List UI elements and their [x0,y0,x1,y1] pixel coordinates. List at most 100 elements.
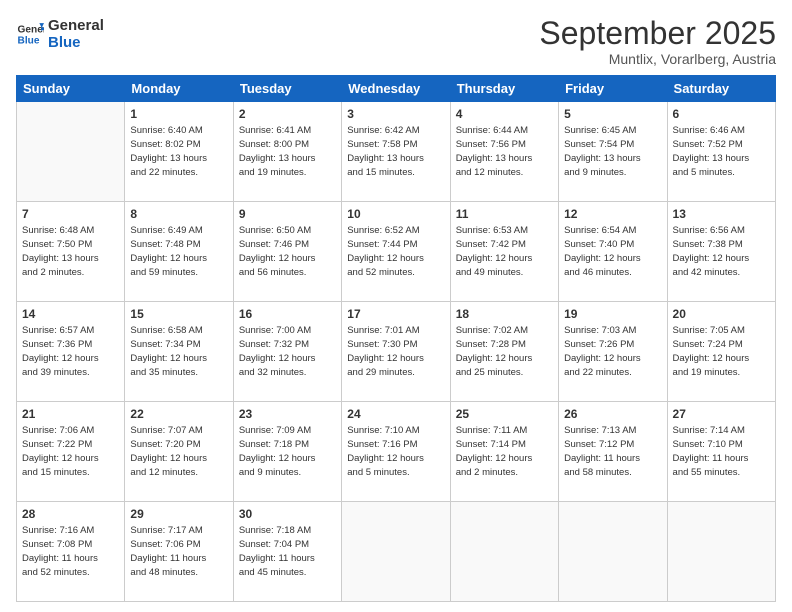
day-number: 30 [239,506,336,522]
day-number: 3 [347,106,444,122]
day-number: 21 [22,406,119,422]
cell-info: Sunrise: 7:07 AMSunset: 7:20 PMDaylight:… [130,425,207,477]
calendar-header-row: Sunday Monday Tuesday Wednesday Thursday… [17,76,776,102]
table-row: 19 Sunrise: 7:03 AMSunset: 7:26 PMDayligh… [559,302,667,402]
table-row [17,102,125,202]
cell-info: Sunrise: 7:06 AMSunset: 7:22 PMDaylight:… [22,425,99,477]
cell-info: Sunrise: 6:52 AMSunset: 7:44 PMDaylight:… [347,225,424,277]
logo-general-text: General [48,18,104,35]
day-number: 20 [673,306,770,322]
cell-info: Sunrise: 7:10 AMSunset: 7:16 PMDaylight:… [347,425,424,477]
day-number: 9 [239,206,336,222]
page-header: General Blue General Blue September 2025… [16,16,776,67]
col-sunday: Sunday [17,76,125,102]
day-number: 29 [130,506,227,522]
table-row: 9 Sunrise: 6:50 AMSunset: 7:46 PMDaylight… [233,202,341,302]
cell-info: Sunrise: 7:09 AMSunset: 7:18 PMDaylight:… [239,425,316,477]
calendar-week-row: 21 Sunrise: 7:06 AMSunset: 7:22 PMDayligh… [17,402,776,502]
cell-info: Sunrise: 7:00 AMSunset: 7:32 PMDaylight:… [239,325,316,377]
day-number: 7 [22,206,119,222]
day-number: 19 [564,306,661,322]
cell-info: Sunrise: 6:56 AMSunset: 7:38 PMDaylight:… [673,225,750,277]
table-row: 3Sunrise: 6:42 AMSunset: 7:58 PMDaylight… [342,102,450,202]
table-row: 28 Sunrise: 7:16 AMSunset: 7:08 PMDayligh… [17,502,125,602]
calendar-week-row: 28 Sunrise: 7:16 AMSunset: 7:08 PMDayligh… [17,502,776,602]
day-number: 25 [456,406,553,422]
cell-info: Sunrise: 6:44 AMSunset: 7:56 PMDaylight:… [456,125,533,177]
logo-icon: General Blue [16,20,44,48]
day-number: 27 [673,406,770,422]
table-row: 4 Sunrise: 6:44 AMSunset: 7:56 PMDaylight… [450,102,558,202]
col-monday: Monday [125,76,233,102]
title-block: September 2025 Muntlix, Vorarlberg, Aust… [539,16,776,67]
table-row: 8Sunrise: 6:49 AMSunset: 7:48 PMDaylight… [125,202,233,302]
month-title: September 2025 [539,16,776,51]
table-row [342,502,450,602]
logo-blue-text: Blue [48,35,104,52]
cell-info: Sunrise: 7:17 AMSunset: 7:06 PMDaylight:… [130,525,206,577]
cell-info: Sunrise: 6:40 AMSunset: 8:02 PMDaylight:… [130,125,207,177]
table-row: 21 Sunrise: 7:06 AMSunset: 7:22 PMDayligh… [17,402,125,502]
day-number: 1 [130,106,227,122]
day-number: 15 [130,306,227,322]
table-row: 7 Sunrise: 6:48 AMSunset: 7:50 PMDaylight… [17,202,125,302]
table-row: 12Sunrise: 6:54 AMSunset: 7:40 PMDayligh… [559,202,667,302]
cell-info: Sunrise: 6:58 AMSunset: 7:34 PMDaylight:… [130,325,207,377]
table-row: 10 Sunrise: 6:52 AMSunset: 7:44 PMDayligh… [342,202,450,302]
day-number: 24 [347,406,444,422]
day-number: 6 [673,106,770,122]
cell-info: Sunrise: 6:54 AMSunset: 7:40 PMDaylight:… [564,225,641,277]
calendar-week-row: 1 Sunrise: 6:40 AMSunset: 8:02 PMDaylight… [17,102,776,202]
table-row: 30 Sunrise: 7:18 AMSunset: 7:04 PMDayligh… [233,502,341,602]
col-saturday: Saturday [667,76,775,102]
day-number: 28 [22,506,119,522]
table-row: 17Sunrise: 7:01 AMSunset: 7:30 PMDayligh… [342,302,450,402]
cell-info: Sunrise: 6:50 AMSunset: 7:46 PMDaylight:… [239,225,316,277]
cell-info: Sunrise: 7:13 AMSunset: 7:12 PMDaylight:… [564,425,640,477]
table-row: 11Sunrise: 6:53 AMSunset: 7:42 PMDayligh… [450,202,558,302]
day-number: 5 [564,106,661,122]
day-number: 4 [456,106,553,122]
day-number: 8 [130,206,227,222]
table-row: 15 Sunrise: 6:58 AMSunset: 7:34 PMDayligh… [125,302,233,402]
col-wednesday: Wednesday [342,76,450,102]
table-row [667,502,775,602]
table-row [559,502,667,602]
day-number: 14 [22,306,119,322]
table-row: 25Sunrise: 7:11 AMSunset: 7:14 PMDayligh… [450,402,558,502]
day-number: 10 [347,206,444,222]
table-row: 29 Sunrise: 7:17 AMSunset: 7:06 PMDayligh… [125,502,233,602]
table-row: 20 Sunrise: 7:05 AMSunset: 7:24 PMDayligh… [667,302,775,402]
table-row: 26 Sunrise: 7:13 AMSunset: 7:12 PMDayligh… [559,402,667,502]
cell-info: Sunrise: 7:16 AMSunset: 7:08 PMDaylight:… [22,525,98,577]
cell-info: Sunrise: 6:57 AMSunset: 7:36 PMDaylight:… [22,325,99,377]
cell-info: Sunrise: 7:18 AMSunset: 7:04 PMDaylight:… [239,525,315,577]
table-row: 16Sunrise: 7:00 AMSunset: 7:32 PMDayligh… [233,302,341,402]
cell-info: Sunrise: 7:03 AMSunset: 7:26 PMDaylight:… [564,325,641,377]
cell-info: Sunrise: 6:48 AMSunset: 7:50 PMDaylight:… [22,225,99,277]
col-friday: Friday [559,76,667,102]
col-thursday: Thursday [450,76,558,102]
calendar-week-row: 14 Sunrise: 6:57 AMSunset: 7:36 PMDayligh… [17,302,776,402]
location-subtitle: Muntlix, Vorarlberg, Austria [539,51,776,67]
cell-info: Sunrise: 7:02 AMSunset: 7:28 PMDaylight:… [456,325,533,377]
day-number: 18 [456,306,553,322]
day-number: 13 [673,206,770,222]
table-row: 13 Sunrise: 6:56 AMSunset: 7:38 PMDayligh… [667,202,775,302]
svg-text:General: General [18,24,44,35]
table-row: 22 Sunrise: 7:07 AMSunset: 7:20 PMDayligh… [125,402,233,502]
cell-info: Sunrise: 7:05 AMSunset: 7:24 PMDaylight:… [673,325,750,377]
table-row: 14 Sunrise: 6:57 AMSunset: 7:36 PMDayligh… [17,302,125,402]
table-row: 27 Sunrise: 7:14 AMSunset: 7:10 PMDayligh… [667,402,775,502]
cell-info: Sunrise: 7:14 AMSunset: 7:10 PMDaylight:… [673,425,749,477]
cell-info: Sunrise: 6:41 AMSunset: 8:00 PMDaylight:… [239,125,316,177]
day-number: 22 [130,406,227,422]
day-number: 2 [239,106,336,122]
day-number: 26 [564,406,661,422]
table-row: 1 Sunrise: 6:40 AMSunset: 8:02 PMDaylight… [125,102,233,202]
cell-info: Sunrise: 6:53 AMSunset: 7:42 PMDaylight:… [456,225,533,277]
table-row: 6Sunrise: 6:46 AMSunset: 7:52 PMDaylight… [667,102,775,202]
table-row: 24 Sunrise: 7:10 AMSunset: 7:16 PMDayligh… [342,402,450,502]
cell-info: Sunrise: 7:01 AMSunset: 7:30 PMDaylight:… [347,325,424,377]
table-row: 2 Sunrise: 6:41 AMSunset: 8:00 PMDaylight… [233,102,341,202]
